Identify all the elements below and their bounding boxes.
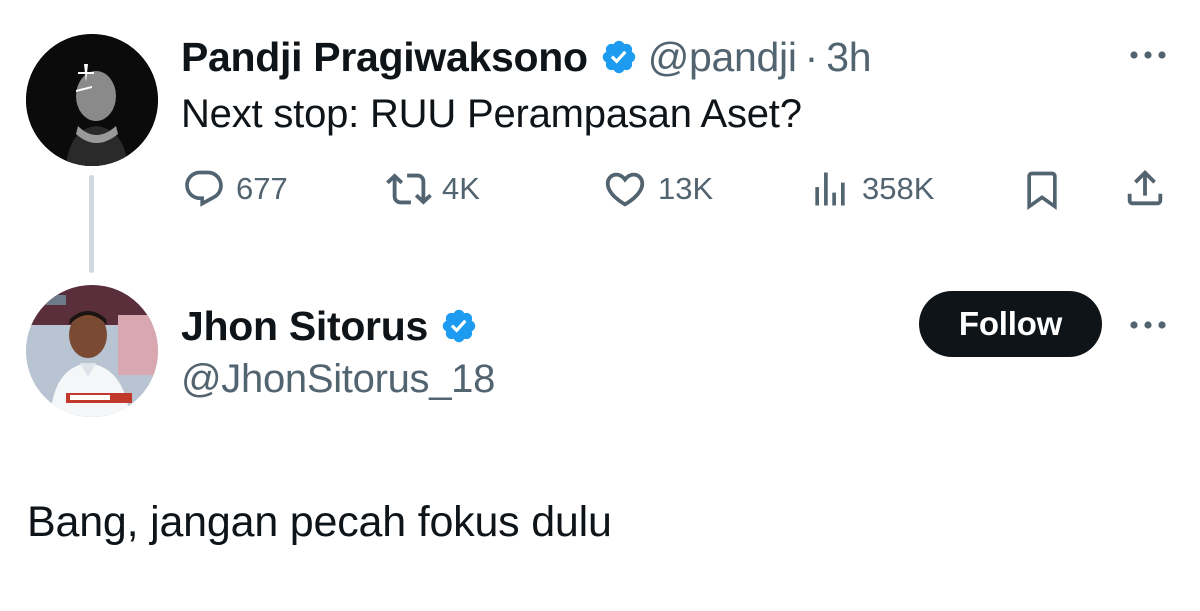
avatar[interactable]: [26, 34, 158, 166]
author-row: Jhon Sitorus: [181, 298, 488, 354]
reply-count: 677: [236, 171, 288, 206]
tweet-text: Bang, jangan pecah fokus dulu: [27, 498, 612, 546]
repost-icon: [386, 173, 432, 205]
verified-badge-icon[interactable]: [600, 38, 638, 76]
avatar[interactable]: [26, 285, 158, 417]
view-count: 358K: [862, 171, 935, 206]
profile-photo-icon: [26, 285, 158, 417]
timestamp[interactable]: 3h: [826, 34, 871, 81]
heart-icon: [605, 172, 645, 207]
profile-photo-icon: [26, 34, 158, 166]
analytics-icon: [815, 172, 845, 206]
verified-badge-icon[interactable]: [440, 307, 478, 345]
tweet-text: Next stop: RUU Perampasan Aset?: [181, 92, 802, 136]
display-name[interactable]: Pandji Pragiwaksono: [181, 34, 588, 81]
bookmark-button[interactable]: [1020, 166, 1074, 214]
more-options-icon[interactable]: [1128, 318, 1168, 332]
share-button[interactable]: [1122, 164, 1178, 212]
like-count: 13K: [658, 171, 714, 206]
more-options-icon[interactable]: [1128, 48, 1168, 62]
author-row: Pandji Pragiwaksono @pandji · 3h: [181, 28, 872, 86]
repost-button[interactable]: 4K: [386, 165, 480, 213]
author-handle[interactable]: @pandji: [648, 34, 797, 81]
thread-line: [89, 175, 94, 273]
follow-button[interactable]: Follow: [919, 291, 1102, 357]
repost-count: 4K: [442, 171, 480, 206]
share-icon: [1127, 169, 1163, 206]
reply-icon: [185, 170, 223, 207]
reply-button[interactable]: 677: [182, 165, 288, 213]
author-handle[interactable]: @JhonSitorus_18: [181, 357, 495, 402]
bookmark-icon: [1027, 171, 1057, 211]
separator-dot: ·: [804, 33, 819, 80]
like-button[interactable]: 13K: [602, 165, 713, 213]
views-button[interactable]: 358K: [808, 165, 934, 213]
display-name[interactable]: Jhon Sitorus: [181, 303, 428, 350]
